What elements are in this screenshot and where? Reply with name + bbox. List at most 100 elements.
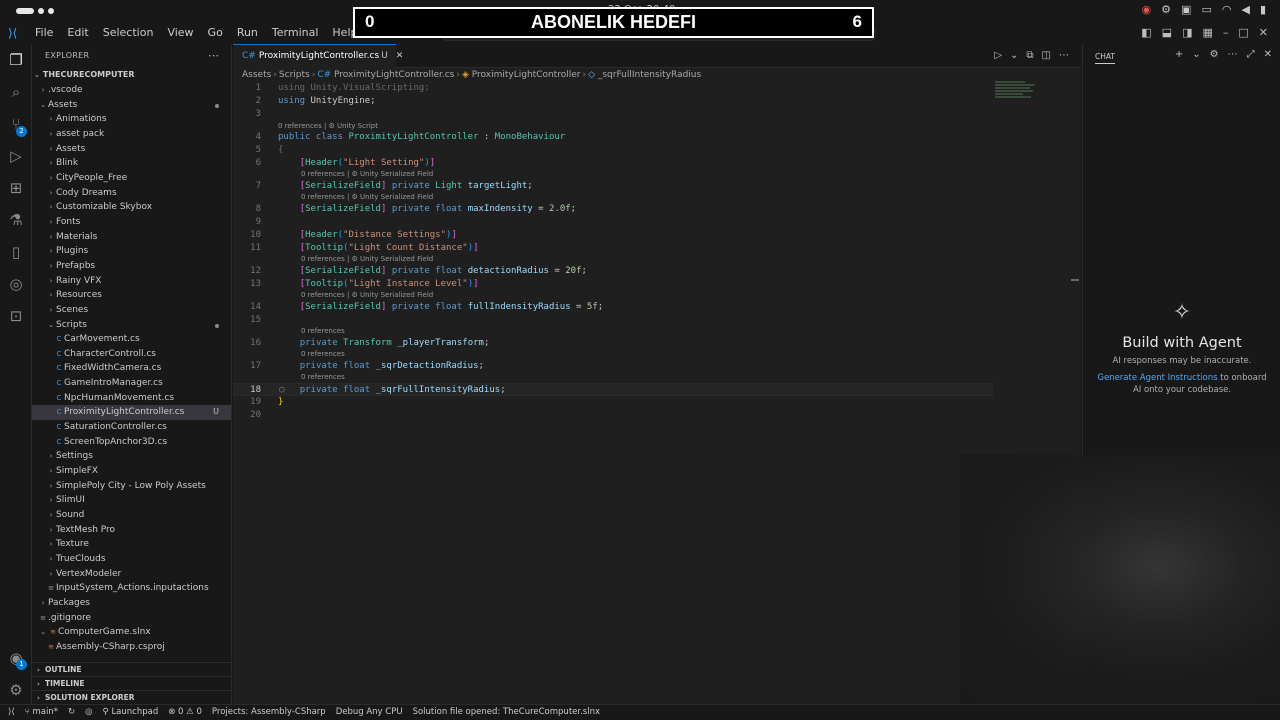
codelens[interactable]: 0 references | ⚙ Unity Serialized Field (301, 169, 433, 180)
breadcrumb-item[interactable]: _sqrFullIntensityRadius (598, 70, 701, 80)
projects-item[interactable]: Projects: Assembly-CSharp (212, 707, 326, 717)
tree-folder[interactable]: › .vscode (32, 83, 231, 98)
tree-folder[interactable]: › VertexModeler (32, 567, 231, 582)
workspace-pill[interactable] (48, 8, 54, 14)
more-actions-icon[interactable]: ⋯ (208, 49, 219, 62)
display-icon[interactable]: ▭ (1201, 3, 1211, 16)
open-changes-icon[interactable]: ⧉ (1026, 50, 1033, 61)
tree-file[interactable]: C FixedWidthCamera.cs (32, 361, 231, 376)
run-play-icon[interactable]: ▷ (994, 50, 1002, 61)
breadcrumb-item[interactable]: Assets (242, 70, 271, 80)
workspace-pill[interactable] (38, 8, 44, 14)
explorer-icon[interactable]: ❐ (6, 50, 26, 70)
tree-file[interactable]: ⌄ ≋ ComputerGame.slnx (32, 625, 231, 640)
problems-item[interactable]: ⊗ 0 ⚠ 0 (168, 707, 202, 717)
toggle-sidebar-icon[interactable]: ◧ (1141, 26, 1151, 39)
breadcrumb-item[interactable]: ProximityLightController (472, 70, 581, 80)
solution-status-item[interactable]: Solution file opened: TheCureComputer.sl… (413, 707, 600, 717)
tree-folder[interactable]: › Blink (32, 156, 231, 171)
maximize-panel-icon[interactable]: ⤢ (1247, 49, 1255, 60)
tree-folder[interactable]: › Customizable Skybox (32, 200, 231, 215)
tree-folder[interactable]: › Assets (32, 142, 231, 157)
codelens[interactable]: 0 references (301, 372, 345, 383)
tree-folder[interactable]: › Packages (32, 596, 231, 611)
codelens[interactable]: 0 references (301, 326, 345, 337)
tree-folder[interactable]: ⌄ Assets (32, 98, 231, 113)
branch-item[interactable]: ⑂ main* (25, 707, 58, 717)
remote-explorer-icon[interactable]: ⊡ (6, 306, 26, 326)
tree-file[interactable]: ≋ Assembly-CSharp.csproj (32, 640, 231, 655)
battery-icon[interactable]: ▮ (1260, 3, 1266, 16)
tree-file[interactable]: C ScreenTopAnchor3D.cs (32, 435, 231, 450)
codelens[interactable]: 0 references (301, 349, 345, 360)
tree-folder[interactable]: › Rainy VFX (32, 274, 231, 289)
tree-folder[interactable]: › CityPeople_Free (32, 171, 231, 186)
tree-folder[interactable]: › SimpleFX (32, 464, 231, 479)
minimap[interactable] (995, 81, 1055, 111)
toggle-secondary-sidebar-icon[interactable]: ◨ (1182, 26, 1192, 39)
tree-folder[interactable]: › Texture (32, 537, 231, 552)
tree-file[interactable]: C CharacterControll.cs (32, 347, 231, 362)
tree-file[interactable]: C NpcHumanMovement.cs (32, 391, 231, 406)
customize-layout-icon[interactable]: ▦ (1202, 26, 1212, 39)
chevron-down-icon[interactable]: ⌄ (1192, 49, 1200, 60)
volume-icon[interactable]: ◀ (1241, 3, 1249, 16)
sync-icon[interactable]: ↻ (68, 707, 75, 717)
codelens[interactable]: 0 references | ⚙ Unity Serialized Field (301, 192, 433, 203)
codelens[interactable]: 0 references | ⚙ Unity Serialized Field (301, 254, 433, 265)
testing-icon[interactable]: ⚗ (6, 210, 26, 230)
menu-selection[interactable]: Selection (96, 26, 161, 39)
tree-folder[interactable]: › SimplePoly City - Low Poly Assets (32, 479, 231, 494)
bookmark-icon[interactable]: ▯ (6, 242, 26, 262)
tree-file[interactable]: C SaturationController.cs (32, 420, 231, 435)
chat-settings-icon[interactable]: ⚙ (1210, 49, 1219, 60)
outline-section[interactable]: › OUTLINE (32, 662, 231, 676)
tree-folder[interactable]: ⌄ Scripts (32, 318, 231, 333)
tree-folder[interactable]: › Animations (32, 112, 231, 127)
menu-edit[interactable]: Edit (60, 26, 95, 39)
search-icon[interactable]: ⌕ (6, 82, 26, 102)
workspace-pill-active[interactable] (16, 8, 34, 14)
tree-file[interactable]: C ProximityLightController.cs U (32, 405, 231, 421)
close-window-icon[interactable]: ✕ (1259, 26, 1268, 39)
launchpad-item[interactable]: ⚲ Launchpad (103, 707, 159, 717)
tree-folder[interactable]: › Cody Dreams (32, 186, 231, 201)
codelens[interactable]: 0 references | ⚙ Unity Serialized Field (301, 290, 433, 301)
close-icon[interactable]: ✕ (396, 51, 404, 61)
breadcrumb-item[interactable]: ProximityLightController.cs (334, 70, 454, 80)
menu-file[interactable]: File (28, 26, 60, 39)
menu-go[interactable]: Go (201, 26, 230, 39)
tree-folder[interactable]: › Resources (32, 288, 231, 303)
tree-folder[interactable]: › Plugins (32, 244, 231, 259)
gitlens-status-icon[interactable]: ◎ (85, 707, 92, 717)
tray-app-icon[interactable]: ▣ (1181, 3, 1191, 16)
minimize-icon[interactable]: – (1223, 26, 1229, 39)
split-editor-icon[interactable]: ◫ (1042, 50, 1051, 61)
maximize-icon[interactable]: □ (1238, 26, 1248, 39)
tree-folder[interactable]: › SlimUI (32, 493, 231, 508)
scrollbar-marker[interactable] (1071, 279, 1079, 281)
new-chat-icon[interactable]: + (1175, 49, 1183, 60)
manage-gear-icon[interactable]: ⚙ (6, 680, 26, 700)
chat-header[interactable]: CHAT (1095, 52, 1116, 64)
menu-run[interactable]: Run (230, 26, 265, 39)
generate-instructions-link[interactable]: Generate Agent Instructions (1097, 373, 1217, 383)
tab-proximity-light-controller[interactable]: C# ProximityLightController.cs U ✕ (233, 44, 403, 68)
build-config-item[interactable]: Debug Any CPU (336, 707, 403, 717)
tree-folder[interactable]: › Fonts (32, 215, 231, 230)
wifi-icon[interactable]: ◠ (1222, 3, 1232, 16)
extensions-icon[interactable]: ⊞ (6, 178, 26, 198)
more-actions-icon[interactable]: ⋯ (1228, 49, 1238, 60)
settings-icon[interactable]: ⚙ (1161, 3, 1171, 16)
record-icon[interactable]: ◉ (1142, 3, 1152, 16)
gitlens-icon[interactable]: ◎ (6, 274, 26, 294)
remote-icon[interactable]: ⟩⟨ (8, 707, 15, 717)
close-icon[interactable]: ✕ (1264, 49, 1272, 60)
tree-file[interactable]: ≡ .gitignore (32, 611, 231, 626)
run-debug-icon[interactable]: ▷ (6, 146, 26, 166)
workspace-indicators[interactable] (16, 8, 54, 14)
tree-folder[interactable]: › Scenes (32, 303, 231, 318)
toggle-panel-icon[interactable]: ⬓ (1162, 26, 1172, 39)
tree-folder[interactable]: › TrueClouds (32, 552, 231, 567)
tree-folder[interactable]: › Prefapbs (32, 259, 231, 274)
